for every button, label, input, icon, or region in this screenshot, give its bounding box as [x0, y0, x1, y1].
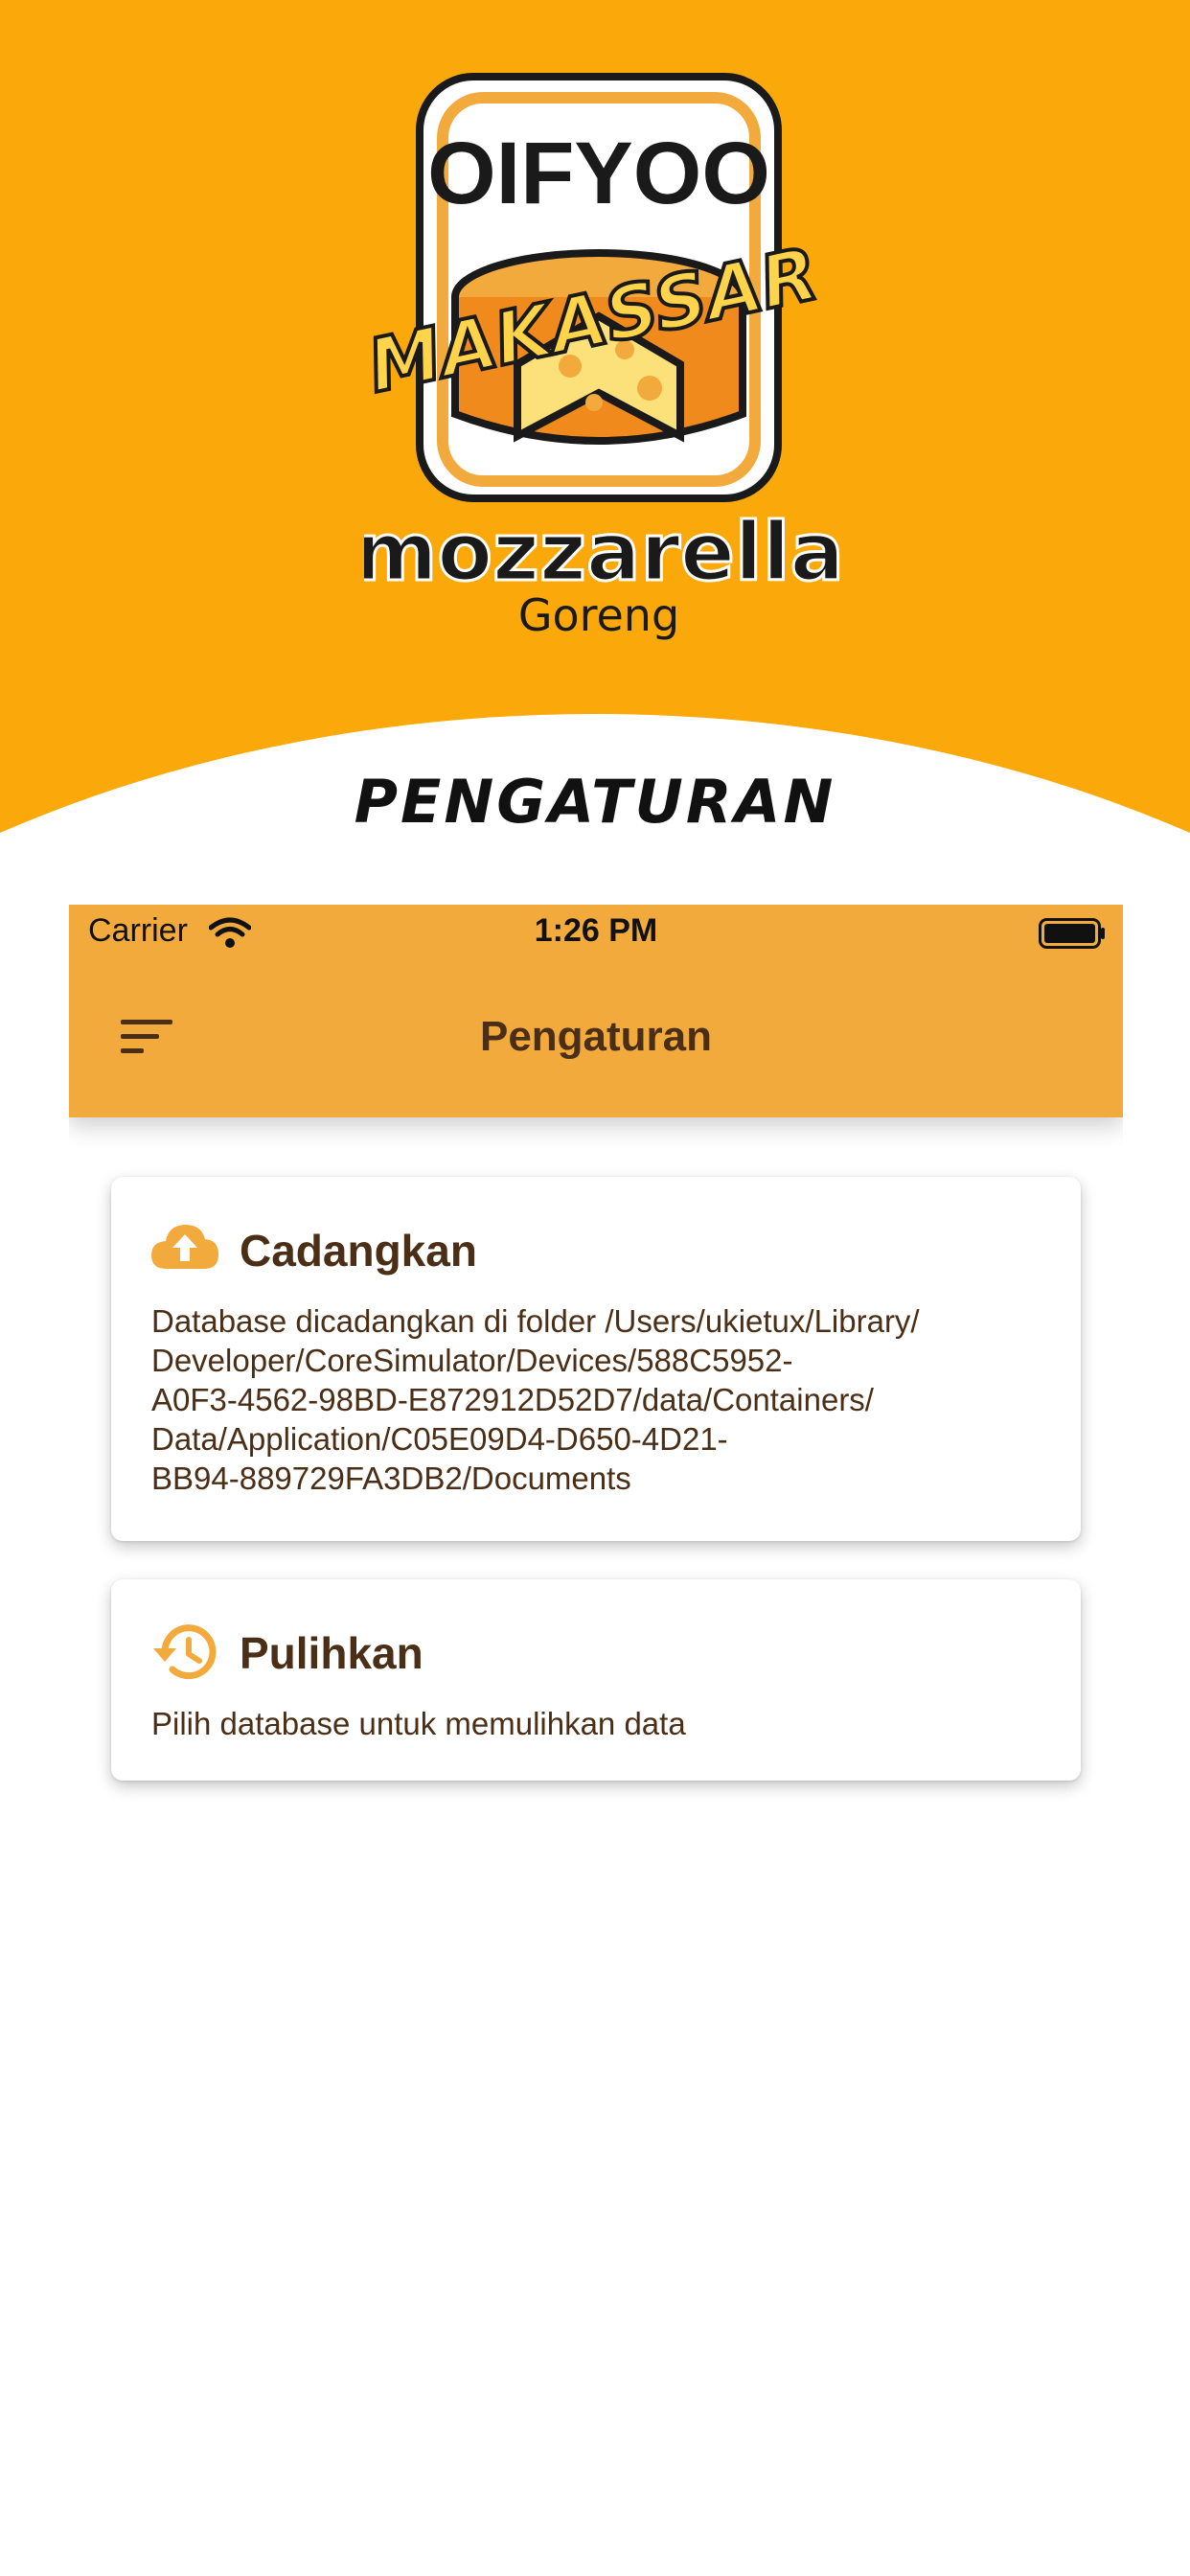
phone-screen: Carrier 1:26 PM Pengaturan Cadangkan Dat… [69, 905, 1123, 2576]
app-bar: Carrier 1:26 PM Pengaturan [69, 905, 1123, 1117]
backup-title: Cadangkan [240, 1226, 477, 1276]
restore-card[interactable]: Pulihkan Pilih database untuk memulihkan… [111, 1579, 1081, 1781]
hero-title: PENGATURAN [354, 767, 836, 837]
page-title: Pengaturan [479, 1013, 713, 1060]
backup-card[interactable]: Cadangkan Database dicadangkan di folder… [111, 1177, 1081, 1541]
backup-description: Database dicadangkan di folder /Users/uk… [151, 1303, 920, 1496]
svg-text:OIFYOO: OIFYOO [427, 125, 770, 222]
svg-text:mozzarella: mozzarella [364, 505, 843, 599]
hero-banner: OIFYOO MAKASSAR mozzarella Goreng PENGAT… [0, 0, 1190, 958]
brand-logo: OIFYOO MAKASSAR mozzarella Goreng [364, 73, 843, 641]
battery-icon [1039, 918, 1105, 949]
cloud-upload-icon [151, 1225, 218, 1269]
restore-title: Pulihkan [240, 1628, 423, 1678]
status-time: 1:26 PM [534, 912, 658, 949]
restore-description: Pilih database untuk memulihkan data [151, 1706, 686, 1741]
history-icon [153, 1624, 217, 1680]
svg-text:Goreng: Goreng [518, 589, 679, 641]
